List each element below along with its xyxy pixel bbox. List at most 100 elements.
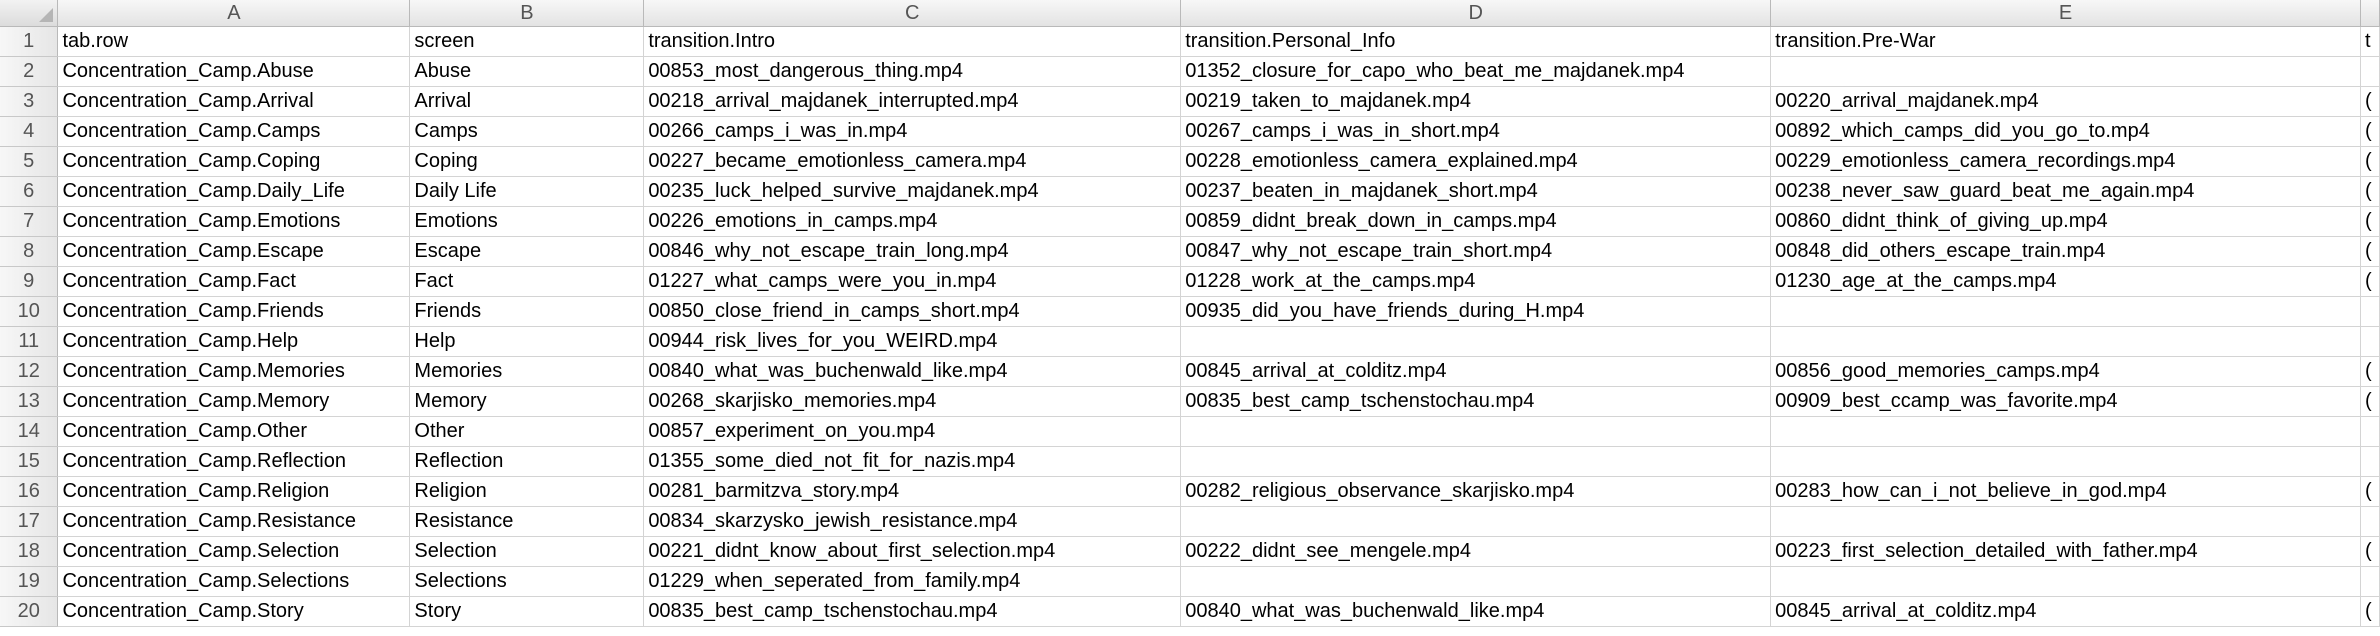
cell-b[interactable]: Story bbox=[409, 596, 645, 627]
cell-e[interactable]: 00860_didnt_think_of_giving_up.mp4 bbox=[1770, 206, 2361, 237]
row-header[interactable]: 20 bbox=[0, 596, 59, 627]
cell-f[interactable]: ( bbox=[2360, 356, 2380, 387]
cell-f[interactable]: ( bbox=[2360, 86, 2380, 117]
cell-c[interactable]: 00944_risk_lives_for_you_WEIRD.mp4 bbox=[643, 326, 1182, 357]
cell-c[interactable]: 00266_camps_i_was_in.mp4 bbox=[643, 116, 1182, 147]
cell-c[interactable]: 00227_became_emotionless_camera.mp4 bbox=[643, 146, 1182, 177]
cell-d[interactable]: 00267_camps_i_was_in_short.mp4 bbox=[1180, 116, 1772, 147]
cell-d[interactable]: 00282_religious_observance_skarjisko.mp4 bbox=[1180, 476, 1772, 507]
row-header[interactable]: 1 bbox=[0, 26, 59, 57]
column-header-a[interactable]: A bbox=[57, 0, 411, 27]
cell-b[interactable]: Selections bbox=[409, 566, 645, 597]
cell-b[interactable]: screen bbox=[409, 26, 645, 57]
cell-e[interactable]: 00845_arrival_at_colditz.mp4 bbox=[1770, 596, 2361, 627]
cell-a[interactable]: Concentration_Camp.Abuse bbox=[57, 56, 411, 87]
row-header[interactable]: 6 bbox=[0, 176, 59, 207]
cell-a[interactable]: Concentration_Camp.Fact bbox=[57, 266, 411, 297]
select-all-corner[interactable] bbox=[0, 0, 59, 27]
cell-c[interactable]: transition.Intro bbox=[643, 26, 1182, 57]
row-header[interactable]: 7 bbox=[0, 206, 59, 237]
cell-b[interactable]: Camps bbox=[409, 116, 645, 147]
cell-d[interactable]: 00219_taken_to_majdanek.mp4 bbox=[1180, 86, 1772, 117]
cell-d[interactable] bbox=[1180, 416, 1772, 447]
cell-c[interactable]: 01227_what_camps_were_you_in.mp4 bbox=[643, 266, 1182, 297]
row-header[interactable]: 14 bbox=[0, 416, 59, 447]
cell-b[interactable]: Fact bbox=[409, 266, 645, 297]
column-header-c[interactable]: C bbox=[643, 0, 1182, 27]
cell-a[interactable]: Concentration_Camp.Other bbox=[57, 416, 411, 447]
cell-a[interactable]: Concentration_Camp.Arrival bbox=[57, 86, 411, 117]
cell-b[interactable]: Reflection bbox=[409, 446, 645, 477]
cell-f[interactable]: ( bbox=[2360, 236, 2380, 267]
cell-e[interactable]: 00856_good_memories_camps.mp4 bbox=[1770, 356, 2361, 387]
cell-f[interactable] bbox=[2360, 296, 2380, 327]
cell-a[interactable]: Concentration_Camp.Emotions bbox=[57, 206, 411, 237]
cell-a[interactable]: Concentration_Camp.Daily_Life bbox=[57, 176, 411, 207]
row-header[interactable]: 2 bbox=[0, 56, 59, 87]
row-header[interactable]: 3 bbox=[0, 86, 59, 117]
cell-e[interactable] bbox=[1770, 56, 2361, 87]
cell-c[interactable]: 00226_emotions_in_camps.mp4 bbox=[643, 206, 1182, 237]
row-header[interactable]: 18 bbox=[0, 536, 59, 567]
row-header[interactable]: 9 bbox=[0, 266, 59, 297]
cell-e[interactable] bbox=[1770, 416, 2361, 447]
cell-c[interactable]: 00221_didnt_know_about_first_selection.m… bbox=[643, 536, 1182, 567]
cell-d[interactable]: 00237_beaten_in_majdanek_short.mp4 bbox=[1180, 176, 1772, 207]
cell-c[interactable]: 00834_skarzysko_jewish_resistance.mp4 bbox=[643, 506, 1182, 537]
row-header[interactable]: 17 bbox=[0, 506, 59, 537]
cell-e[interactable] bbox=[1770, 446, 2361, 477]
cell-b[interactable]: Resistance bbox=[409, 506, 645, 537]
column-header-b[interactable]: B bbox=[409, 0, 645, 27]
cell-e[interactable]: 00223_first_selection_detailed_with_fath… bbox=[1770, 536, 2361, 567]
cell-e[interactable] bbox=[1770, 296, 2361, 327]
cell-b[interactable]: Help bbox=[409, 326, 645, 357]
cell-a[interactable]: Concentration_Camp.Selection bbox=[57, 536, 411, 567]
cell-a[interactable]: Concentration_Camp.Selections bbox=[57, 566, 411, 597]
column-header-d[interactable]: D bbox=[1180, 0, 1772, 27]
cell-a[interactable]: Concentration_Camp.Memories bbox=[57, 356, 411, 387]
cell-c[interactable]: 00835_best_camp_tschenstochau.mp4 bbox=[643, 596, 1182, 627]
cell-f[interactable] bbox=[2360, 416, 2380, 447]
column-header-e[interactable]: E bbox=[1770, 0, 2361, 27]
cell-a[interactable]: Concentration_Camp.Religion bbox=[57, 476, 411, 507]
cell-b[interactable]: Friends bbox=[409, 296, 645, 327]
cell-d[interactable]: 00228_emotionless_camera_explained.mp4 bbox=[1180, 146, 1772, 177]
cell-d[interactable]: 01352_closure_for_capo_who_beat_me_majda… bbox=[1180, 56, 1772, 87]
cell-f[interactable]: ( bbox=[2360, 266, 2380, 297]
cell-f[interactable]: ( bbox=[2360, 146, 2380, 177]
cell-c[interactable]: 00853_most_dangerous_thing.mp4 bbox=[643, 56, 1182, 87]
cell-f[interactable]: ( bbox=[2360, 116, 2380, 147]
cell-d[interactable] bbox=[1180, 326, 1772, 357]
cell-d[interactable] bbox=[1180, 506, 1772, 537]
cell-b[interactable]: Selection bbox=[409, 536, 645, 567]
cell-c[interactable]: 00840_what_was_buchenwald_like.mp4 bbox=[643, 356, 1182, 387]
cell-d[interactable]: 00847_why_not_escape_train_short.mp4 bbox=[1180, 236, 1772, 267]
cell-b[interactable]: Abuse bbox=[409, 56, 645, 87]
cell-b[interactable]: Religion bbox=[409, 476, 645, 507]
cell-a[interactable]: Concentration_Camp.Reflection bbox=[57, 446, 411, 477]
cell-d[interactable]: 00845_arrival_at_colditz.mp4 bbox=[1180, 356, 1772, 387]
cell-f[interactable]: ( bbox=[2360, 176, 2380, 207]
cell-f[interactable] bbox=[2360, 446, 2380, 477]
cell-a[interactable]: Concentration_Camp.Story bbox=[57, 596, 411, 627]
cell-b[interactable]: Other bbox=[409, 416, 645, 447]
cell-d[interactable]: 00935_did_you_have_friends_during_H.mp4 bbox=[1180, 296, 1772, 327]
row-header[interactable]: 19 bbox=[0, 566, 59, 597]
cell-d[interactable]: 01228_work_at_the_camps.mp4 bbox=[1180, 266, 1772, 297]
cell-a[interactable]: Concentration_Camp.Escape bbox=[57, 236, 411, 267]
cell-a[interactable]: Concentration_Camp.Help bbox=[57, 326, 411, 357]
row-header[interactable]: 10 bbox=[0, 296, 59, 327]
row-header[interactable]: 4 bbox=[0, 116, 59, 147]
cell-c[interactable]: 00850_close_friend_in_camps_short.mp4 bbox=[643, 296, 1182, 327]
cell-a[interactable]: Concentration_Camp.Camps bbox=[57, 116, 411, 147]
cell-f[interactable]: ( bbox=[2360, 596, 2380, 627]
row-header[interactable]: 5 bbox=[0, 146, 59, 177]
row-header[interactable]: 11 bbox=[0, 326, 59, 357]
cell-f[interactable]: ( bbox=[2360, 476, 2380, 507]
cell-a[interactable]: tab.row bbox=[57, 26, 411, 57]
cell-d[interactable]: 00222_didnt_see_mengele.mp4 bbox=[1180, 536, 1772, 567]
cell-b[interactable]: Daily Life bbox=[409, 176, 645, 207]
cell-d[interactable] bbox=[1180, 566, 1772, 597]
cell-f[interactable] bbox=[2360, 506, 2380, 537]
row-header[interactable]: 15 bbox=[0, 446, 59, 477]
